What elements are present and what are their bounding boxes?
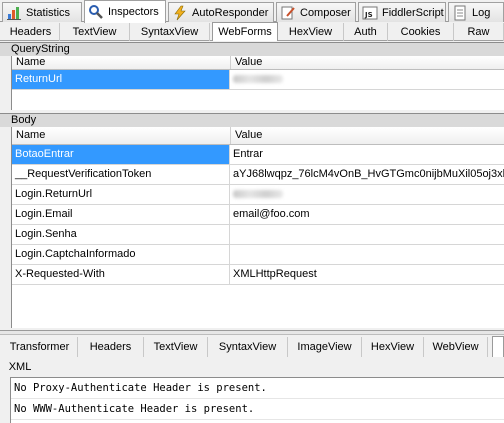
- tab-imageview[interactable]: ImageView: [288, 337, 362, 357]
- autoresponder-icon: [172, 5, 188, 21]
- param-value[interactable]: [230, 70, 504, 89]
- param-value[interactable]: XMLHttpRequest: [230, 265, 504, 284]
- section-title: Body: [11, 114, 37, 126]
- body-section-header: Body: [0, 113, 504, 127]
- section-title: QueryString: [11, 43, 70, 55]
- body-row[interactable]: Login.CaptchaInformado: [12, 245, 504, 265]
- column-header-value[interactable]: Value: [231, 56, 504, 69]
- tab-webview[interactable]: WebView: [424, 337, 488, 357]
- tab-auth[interactable]: Auth: [344, 23, 388, 41]
- column-header-name[interactable]: Name: [12, 56, 231, 69]
- body-grid: Name Value BotaoEntrar Entrar __RequestV…: [11, 127, 504, 328]
- tab-log[interactable]: Log: [448, 2, 504, 22]
- param-name[interactable]: __RequestVerificationToken: [12, 165, 230, 184]
- tab-overflow-stub[interactable]: [492, 336, 504, 357]
- tab-fiddlerscript[interactable]: JS FiddlerScript: [358, 2, 446, 22]
- param-name[interactable]: Login.CaptchaInformado: [12, 245, 230, 264]
- tab-composer[interactable]: Composer: [276, 2, 356, 22]
- param-name[interactable]: BotaoEntrar: [12, 145, 230, 164]
- response-line: No Proxy-Authenticate Header is present.: [11, 378, 504, 399]
- tab-label: Inspectors: [108, 6, 159, 18]
- param-name[interactable]: Login.Email: [12, 205, 230, 224]
- log-icon: [452, 5, 468, 21]
- tab-hexview[interactable]: HexView: [362, 337, 424, 357]
- request-inspector-tabs: Headers TextView SyntaxView WebForms Hex…: [0, 22, 504, 41]
- tab-label: Log: [472, 6, 491, 19]
- tab-headers[interactable]: Headers: [2, 23, 60, 41]
- main-tab-strip: Statistics Inspectors AutoResponder Comp…: [0, 0, 504, 23]
- param-name[interactable]: Login.ReturnUrl: [12, 185, 230, 204]
- tab-raw[interactable]: Raw: [454, 23, 504, 41]
- tab-label: FiddlerScript: [382, 6, 444, 19]
- inspectors-icon: [88, 4, 104, 20]
- tab-label: AutoResponder: [192, 6, 269, 19]
- param-value[interactable]: [230, 185, 504, 204]
- statistics-icon: [6, 5, 22, 21]
- response-inspector-tabs: Transformer Headers TextView SyntaxView …: [0, 336, 504, 377]
- body-row[interactable]: Login.Senha: [12, 225, 504, 245]
- tab-statistics[interactable]: Statistics: [2, 2, 82, 22]
- grid-header: Name Value: [12, 127, 504, 145]
- tab-textview[interactable]: TextView: [144, 337, 208, 357]
- tab-cookies[interactable]: Cookies: [388, 23, 454, 41]
- param-value[interactable]: [230, 225, 504, 244]
- redacted-value: [233, 75, 283, 84]
- param-value[interactable]: email@foo.com: [230, 205, 504, 224]
- composer-icon: [280, 5, 296, 21]
- svg-text:JS: JS: [364, 11, 373, 19]
- param-value[interactable]: [230, 245, 504, 264]
- response-text-area[interactable]: No Proxy-Authenticate Header is present.…: [10, 377, 504, 423]
- tab-label: Composer: [300, 6, 351, 19]
- tab-transformer[interactable]: Transformer: [2, 337, 78, 357]
- fiddlerscript-icon: JS: [362, 5, 378, 21]
- body-row[interactable]: __RequestVerificationToken aYJ68lwqpz_76…: [12, 165, 504, 185]
- querystring-row[interactable]: ReturnUrl: [12, 70, 504, 90]
- response-line: No WWW-Authenticate Header is present.: [11, 399, 504, 420]
- body-row[interactable]: BotaoEntrar Entrar: [12, 145, 504, 165]
- tab-syntaxview[interactable]: SyntaxView: [208, 337, 288, 357]
- tab-hexview[interactable]: HexView: [278, 23, 344, 41]
- tab-syntaxview[interactable]: SyntaxView: [130, 23, 210, 41]
- querystring-grid: Name Value ReturnUrl: [11, 56, 504, 110]
- tab-webforms[interactable]: WebForms: [212, 22, 278, 41]
- param-name[interactable]: ReturnUrl: [12, 70, 230, 89]
- param-value[interactable]: aYJ68lwqpz_76lcM4vOnB_HvGTGmc0nijbMuXil0…: [230, 165, 504, 184]
- tab-inspectors[interactable]: Inspectors: [84, 0, 166, 23]
- param-value[interactable]: Entrar: [230, 145, 504, 164]
- redacted-value: [233, 190, 283, 199]
- tab-autoresponder[interactable]: AutoResponder: [168, 2, 274, 22]
- column-header-name[interactable]: Name: [12, 127, 231, 144]
- param-name[interactable]: Login.Senha: [12, 225, 230, 244]
- body-row[interactable]: Login.ReturnUrl: [12, 185, 504, 205]
- querystring-section-header: QueryString: [0, 42, 504, 56]
- body-row[interactable]: Login.Email email@foo.com: [12, 205, 504, 225]
- param-name[interactable]: X-Requested-With: [12, 265, 230, 284]
- grid-header: Name Value: [12, 56, 504, 70]
- tab-label: Statistics: [26, 6, 71, 19]
- body-row[interactable]: X-Requested-With XMLHttpRequest: [12, 265, 504, 285]
- tab-xml[interactable]: XML: [2, 357, 38, 377]
- tab-headers[interactable]: Headers: [78, 337, 144, 357]
- tab-textview[interactable]: TextView: [60, 23, 130, 41]
- pane-splitter[interactable]: [0, 330, 504, 335]
- column-header-value[interactable]: Value: [231, 127, 504, 144]
